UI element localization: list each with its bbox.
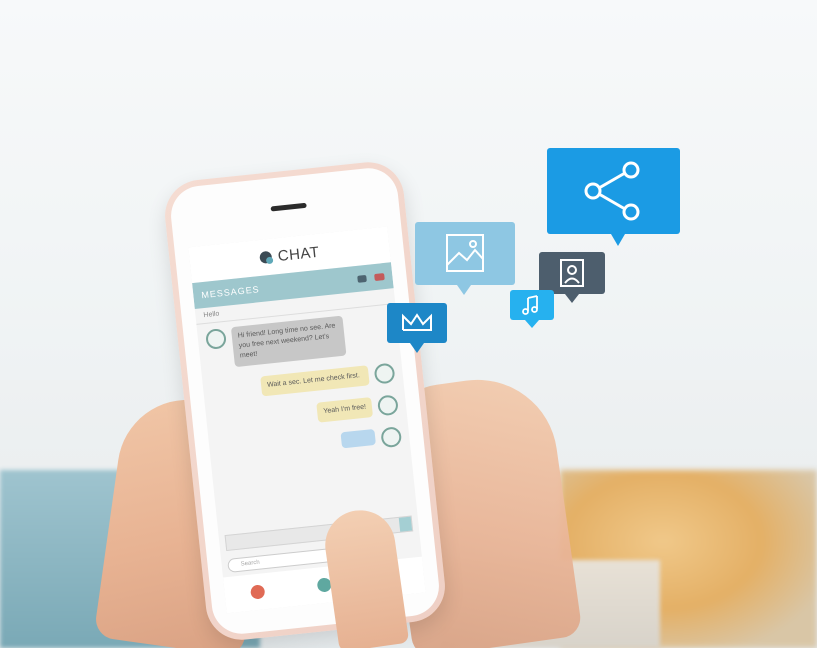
crown-icon	[402, 313, 432, 331]
music-bubble	[510, 290, 554, 328]
message-bubble: Yeah I'm free!	[316, 397, 374, 423]
message-bubble: Hi friend! Long time no see. Are you fre…	[230, 315, 347, 368]
share-icon	[584, 161, 640, 221]
share-bubble	[547, 148, 680, 246]
add-contact-icon[interactable]	[357, 274, 367, 283]
phone-front: CHAT MESSAGES Hello Hi friend! Long time…	[168, 165, 442, 637]
image-bubble	[415, 222, 515, 295]
chat-logo-icon	[259, 250, 273, 264]
avatar	[380, 426, 403, 449]
image-icon	[446, 234, 484, 272]
message-bubble: Wait a sec. Let me check first.	[260, 365, 370, 397]
app-title: CHAT	[276, 243, 321, 265]
crown-bubble	[387, 303, 447, 353]
avatar	[205, 327, 228, 350]
contact-bubble	[539, 252, 605, 303]
avatar	[376, 394, 399, 417]
contact-card-icon	[560, 259, 584, 287]
photo-scene: CHAT MESSAGES Hello Hi friend! Long time…	[0, 0, 817, 648]
tab-messages[interactable]	[250, 584, 266, 600]
smartphone: CHAT MESSAGES Hello Hi friend! Long time…	[161, 158, 449, 644]
messages-label: MESSAGES	[200, 284, 261, 301]
avatar	[373, 362, 396, 385]
phone-speaker	[270, 202, 307, 212]
mail-icon[interactable]	[374, 272, 385, 281]
message-bubble	[340, 428, 376, 449]
music-note-icon	[522, 295, 538, 315]
send-button[interactable]	[398, 516, 413, 532]
